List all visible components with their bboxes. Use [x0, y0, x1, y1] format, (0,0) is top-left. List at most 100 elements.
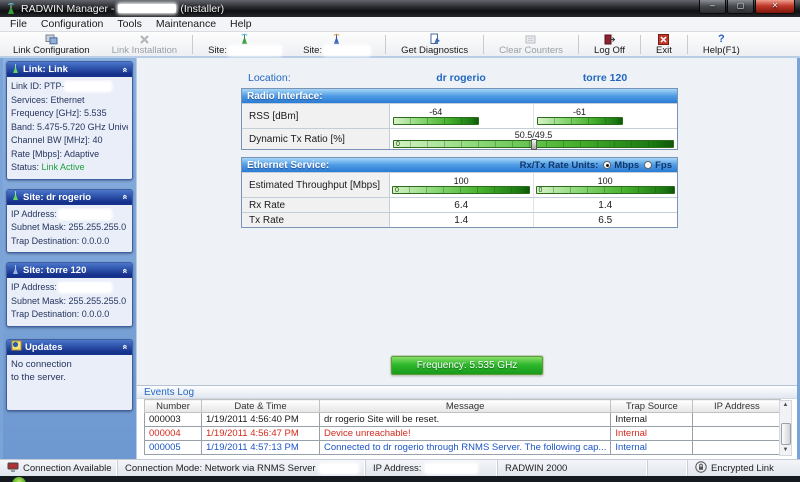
menu-configuration[interactable]: Configuration: [34, 18, 110, 30]
scroll-down-icon[interactable]: ▼: [780, 446, 791, 455]
link-configuration-button[interactable]: Link Configuration: [2, 33, 101, 56]
site-b-panel-header[interactable]: Site: torre 120 «: [7, 263, 132, 278]
antenna-icon: [11, 63, 20, 77]
collapse-icon[interactable]: «: [120, 268, 130, 273]
rss-row: RSS [dBm] -64 -61: [242, 103, 677, 128]
product-segment: RADWIN 2000: [498, 460, 648, 476]
unit-mbps-radio[interactable]: Mbps: [603, 160, 639, 171]
col-datetime[interactable]: Date & Time: [201, 399, 320, 413]
start-orb-icon[interactable]: [12, 477, 26, 482]
link-panel-header[interactable]: Link: Link «: [7, 62, 132, 77]
tx-rate-row: Tx Rate 1.4 6.5: [242, 212, 677, 227]
updates-icon: [11, 340, 22, 354]
main-area: Link: Link « Link ID: PTP- Services: Eth…: [0, 58, 800, 459]
rss-value-site-a: -64: [429, 107, 443, 117]
exit-button[interactable]: Exit: [645, 33, 683, 56]
throughput-bar-site-a: 0: [392, 186, 531, 194]
event-row[interactable]: 000004 1/19/2011 4:56:47 PM Device unreach…: [144, 426, 782, 441]
throughput-row: Estimated Throughput [Mbps] 100 0 100 0: [242, 172, 677, 197]
collapse-icon[interactable]: «: [120, 67, 130, 72]
rx-rate-row: Rx Rate 6.4 1.4: [242, 197, 677, 212]
toolbar-separator: [385, 35, 387, 54]
site-b-panel-body: IP Address: Subnet Mask: 255.255.255.0 T…: [7, 278, 132, 326]
menu-tools[interactable]: Tools: [110, 18, 149, 30]
link-installation-icon: [139, 33, 150, 45]
frequency-button[interactable]: Frequency: 5.535 GHz: [390, 355, 544, 376]
exit-icon: [658, 33, 670, 45]
updates-panel-body: No connection to the server.: [7, 354, 132, 410]
connection-icon: [7, 462, 19, 475]
rss-bar-site-b: [536, 117, 623, 125]
collapse-icon[interactable]: «: [120, 194, 130, 199]
collapse-icon[interactable]: «: [120, 344, 130, 349]
col-number[interactable]: Number: [144, 399, 202, 413]
maximize-button[interactable]: ▢: [727, 0, 754, 14]
site-b-name: torre 120: [582, 72, 628, 84]
toolbar-separator: [686, 35, 688, 54]
toolbar-separator: [192, 35, 194, 54]
radio-interface-table: Radio Interface: RSS [dBm] -64 -61 Dynam…: [241, 88, 678, 150]
event-row[interactable]: 000005 1/19/2011 4:57:13 PM Connected to d…: [144, 440, 782, 455]
site-b-antenna-icon: [331, 33, 342, 45]
tx-ratio-label: Dynamic Tx Ratio [%]: [242, 129, 390, 149]
menu-maintenance[interactable]: Maintenance: [149, 18, 223, 30]
rx-rate-label: Rx Rate: [242, 198, 390, 212]
link-installation-button: Link Installation: [101, 33, 188, 56]
event-row[interactable]: 000003 1/19/2011 4:56:40 PM dr rogerio Sit…: [144, 412, 782, 427]
minimize-button[interactable]: –: [699, 0, 726, 14]
redacted-text: [64, 82, 111, 92]
updates-panel: Updates « No connection to the server.: [6, 338, 133, 411]
link-configuration-icon: [45, 33, 58, 45]
ethernet-service-header: Ethernet Service: Rx/Tx Rate Units: Mbps…: [242, 158, 677, 172]
unit-fps-radio[interactable]: Fps: [644, 160, 672, 171]
tx-ratio-row: Dynamic Tx Ratio [%] 50.5/49.5 0: [242, 128, 677, 150]
redacted-text: [229, 46, 282, 55]
rate-units-label: Rx/Tx Rate Units:: [519, 159, 599, 171]
menu-file[interactable]: File: [3, 18, 34, 30]
site-b-button[interactable]: Site:: [292, 33, 381, 56]
scroll-up-icon[interactable]: ▲: [780, 401, 791, 410]
events-scrollbar[interactable]: ▲ ▼: [779, 400, 792, 456]
clear-counters-icon: [525, 33, 537, 45]
tx-rate-site-b: 6.5: [598, 214, 613, 226]
connection-status-segment: Connection Available: [0, 460, 118, 476]
redacted-text: [59, 209, 112, 219]
site-b-panel: Site: torre 120 « IP Address: Subnet Mas…: [6, 262, 133, 327]
encryption-segment: Encrypted Link: [688, 460, 800, 476]
location-label: Location:: [248, 72, 291, 84]
events-log-body: Number Date & Time Message Trap Source I…: [137, 399, 797, 459]
menu-help[interactable]: Help: [223, 18, 259, 30]
site-a-panel: Site: dr rogerio « IP Address: Subnet Ma…: [6, 188, 133, 253]
site-a-button[interactable]: Site:: [197, 33, 292, 56]
events-log-section: Events Log Number Date & Time Message Tr…: [137, 385, 797, 459]
events-table: Number Date & Time Message Trap Source I…: [144, 399, 782, 455]
help-button[interactable]: ? Help(F1): [692, 33, 751, 56]
log-off-button[interactable]: Log Off: [583, 33, 636, 56]
help-icon: ?: [718, 33, 725, 45]
empty-segment: [648, 460, 688, 476]
get-diagnostics-icon: [429, 33, 441, 45]
site-a-panel-body: IP Address: Subnet Mask: 255.255.255.0 T…: [7, 204, 132, 252]
scrollbar-thumb[interactable]: [780, 422, 791, 445]
site-a-name: dr rogerio: [436, 72, 486, 84]
sidebar: Link: Link « Link ID: PTP- Services: Eth…: [3, 58, 136, 459]
toolbar: Link Configuration Link Installation Sit…: [0, 32, 800, 58]
events-header-row: Number Date & Time Message Trap Source I…: [144, 399, 782, 413]
redacted-text: [59, 283, 112, 293]
col-ip-address[interactable]: IP Address: [692, 399, 782, 413]
toolbar-separator: [483, 35, 485, 54]
content-area: Location: dr rogerio torre 120 Radio Int…: [136, 58, 797, 459]
site-a-panel-header[interactable]: Site: dr rogerio «: [7, 189, 132, 205]
lock-icon: [695, 460, 707, 476]
updates-panel-header[interactable]: Updates «: [7, 339, 132, 355]
close-button[interactable]: ✕: [755, 0, 795, 14]
col-message[interactable]: Message: [318, 399, 612, 413]
redacted-text: [425, 463, 478, 473]
menu-bar: File Configuration Tools Maintenance Hel…: [0, 17, 800, 32]
col-trap-source[interactable]: Trap Source: [610, 399, 694, 413]
tx-ratio-bar: 0: [393, 139, 674, 150]
connection-mode-segment: Connection Mode: Network via RNMS Server: [118, 460, 366, 476]
get-diagnostics-button[interactable]: Get Diagnostics: [390, 33, 479, 56]
tx-ratio-slider-thumb[interactable]: [530, 139, 537, 150]
status-bar: Connection Available Connection Mode: Ne…: [0, 459, 800, 476]
